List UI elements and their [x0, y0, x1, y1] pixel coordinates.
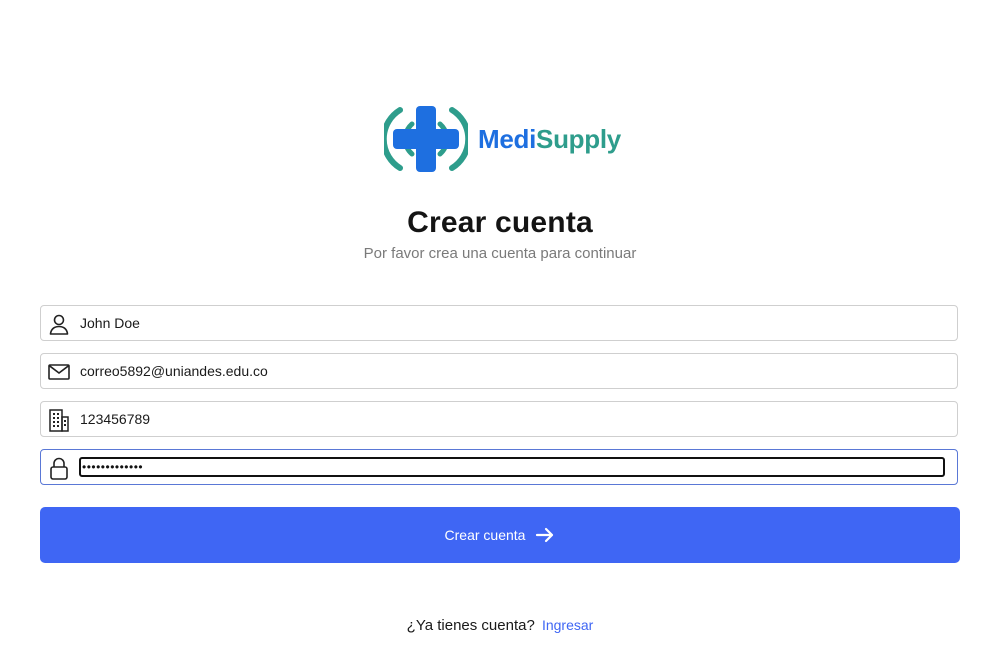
page-subtitle: Por favor crea una cuenta para continuar — [363, 245, 637, 262]
building-icon — [47, 408, 71, 432]
medical-cross-logo-icon — [384, 106, 468, 172]
email-field[interactable]: correo5892@uniandes.edu.co — [40, 353, 958, 389]
arrow-right-icon — [535, 525, 555, 545]
name-field[interactable]: John Doe — [40, 305, 958, 341]
lock-icon — [47, 456, 71, 480]
create-account-button-label: Crear cuenta — [444, 527, 526, 543]
brand-name-supply: Supply — [536, 123, 621, 154]
page-title: Crear cuenta — [407, 206, 593, 239]
tax-id-field[interactable]: 123456789 — [40, 401, 958, 437]
create-account-button[interactable]: Crear cuenta — [40, 507, 960, 563]
login-link[interactable]: Ingresar — [542, 617, 593, 633]
brand-name: MediSupply — [478, 124, 621, 155]
login-prompt: ¿Ya tienes cuenta? Ingresar — [0, 617, 1000, 634]
tax-id-input[interactable]: 123456789 — [80, 402, 150, 436]
email-input[interactable]: correo5892@uniandes.edu.co — [80, 354, 268, 388]
login-prompt-text: ¿Ya tienes cuenta? — [406, 617, 535, 634]
medisupply-logo: MediSupply — [384, 104, 624, 174]
mail-icon — [47, 360, 71, 384]
signup-page: MediSupply Crear cuenta Por favor crea u… — [0, 0, 1000, 660]
password-input[interactable]: ••••••••••••• — [79, 457, 945, 477]
name-input[interactable]: John Doe — [80, 306, 140, 340]
password-field[interactable]: ••••••••••••• — [40, 449, 958, 485]
user-icon — [47, 312, 71, 336]
brand-name-medi: Medi — [478, 123, 537, 154]
